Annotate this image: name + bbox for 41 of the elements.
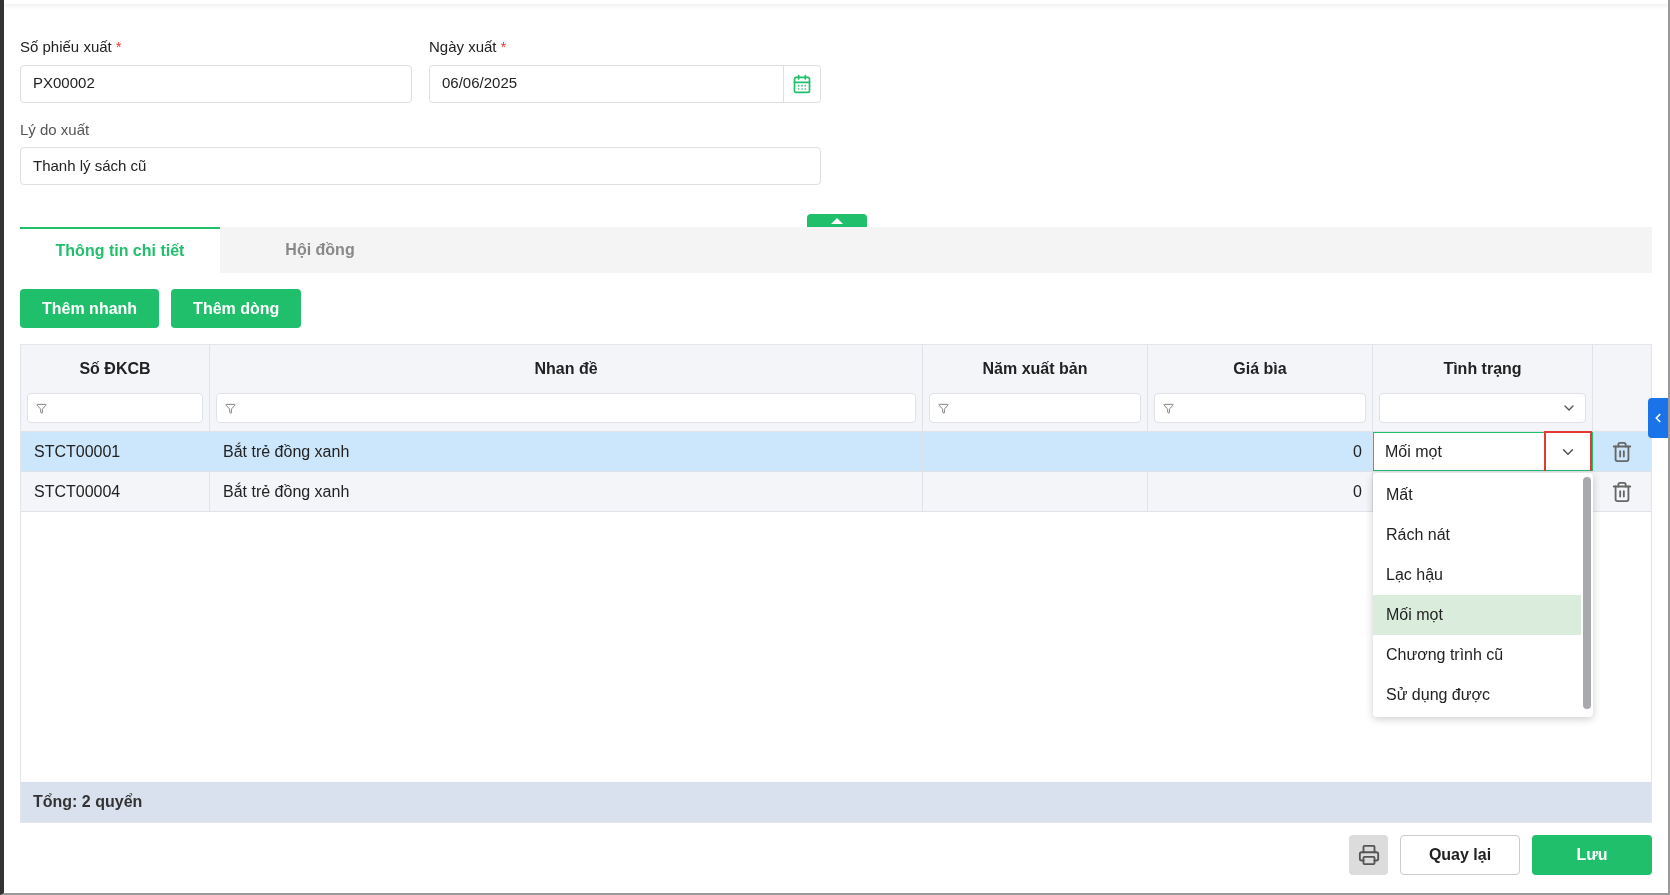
table-row[interactable]: STCT00001 Bắt trẻ đồng xanh 0 Mối mọt <box>21 431 1651 471</box>
required-mark: * <box>115 37 122 57</box>
table-cell-text: STCT00001 <box>34 441 121 462</box>
required-mark: * <box>500 37 507 57</box>
print-button[interactable] <box>1349 835 1388 875</box>
column-header: Số ĐKCB <box>78 359 152 379</box>
field-label: Ngày xuất <box>429 37 497 57</box>
filter-icon <box>36 402 47 414</box>
table-cell-text: Bắt trẻ đồng xanh <box>223 441 350 462</box>
trash-icon[interactable] <box>1611 440 1633 463</box>
column-header: Năm xuất bản <box>981 359 1089 379</box>
field-label: Lý do xuất <box>20 119 90 140</box>
table-cell-text: Bắt trẻ đồng xanh <box>223 481 350 502</box>
filter-field[interactable] <box>929 393 1141 423</box>
filter-select[interactable] <box>1379 393 1586 423</box>
filter-field[interactable] <box>27 393 203 423</box>
scrollbar[interactable] <box>1583 477 1591 709</box>
dropdown-option[interactable]: Mối mọt <box>1373 595 1581 635</box>
date-field[interactable]: 06/06/2025 <box>429 64 821 103</box>
column-header: Tình trạng <box>1442 359 1523 379</box>
side-panel-toggle[interactable] <box>1648 398 1668 438</box>
collapse-toggle[interactable] <box>807 214 867 227</box>
filter-field[interactable] <box>216 393 916 423</box>
table-cell-text: STCT00004 <box>34 481 121 502</box>
column-header: Giá bìa <box>1232 359 1288 379</box>
filter-icon <box>938 402 949 414</box>
table-cell-text: 0 <box>1353 441 1362 462</box>
filter-icon <box>1163 402 1174 414</box>
input-field[interactable]: PX00002 <box>20 64 412 103</box>
table-cell-text: 0 <box>1353 481 1362 502</box>
table-footer: Tổng: 2 quyển <box>21 782 1651 822</box>
input-field[interactable]: Thanh lý sách cũ <box>20 147 821 185</box>
status-select[interactable]: Mối mọt <box>1373 432 1593 471</box>
column-header: Nhan đề <box>533 359 599 379</box>
trash-icon[interactable] <box>1611 480 1633 503</box>
filter-icon <box>225 402 236 414</box>
calendar-icon[interactable] <box>792 73 812 94</box>
filter-field[interactable] <box>1154 393 1366 423</box>
printer-icon <box>1357 844 1380 866</box>
back-button[interactable]: Quay lại <box>1400 835 1520 875</box>
field-label: Số phiếu xuất <box>20 37 112 57</box>
